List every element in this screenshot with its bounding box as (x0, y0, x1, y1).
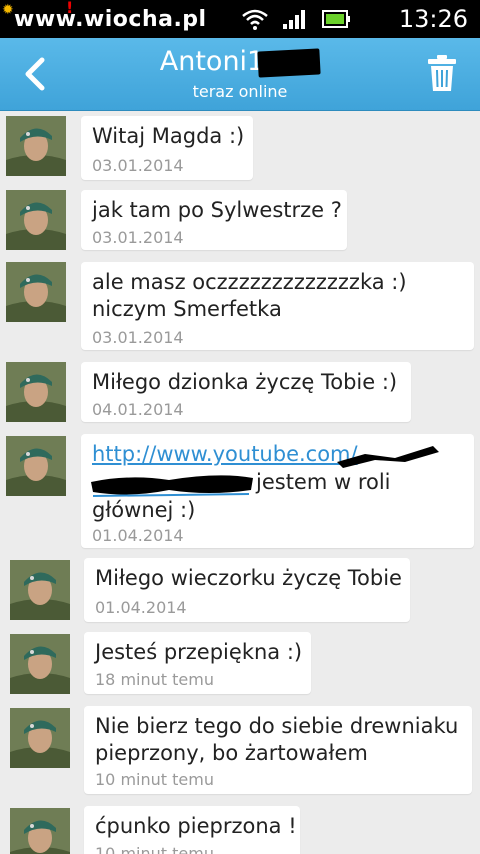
message-item[interactable]: http://www.youtube.com/ jestem w roli gł… (0, 428, 480, 552)
message-date: 10 minut temu (95, 844, 214, 854)
message-text-line2: niczym Smerfetka (92, 297, 282, 321)
message-item[interactable]: ale masz oczzzzzzzzzzzzzka :) niczym Sme… (0, 256, 480, 356)
message-date: 03.01.2014 (92, 228, 184, 247)
message-item[interactable]: jak tam po Sylwestrze ? 03.01.2014 (0, 186, 480, 256)
message-date: 03.01.2014 (92, 328, 184, 347)
youtube-link[interactable]: http://www.youtube.com/ (92, 442, 358, 466)
message-bubble[interactable]: Jesteś przepiękna :) 18 minut temu (84, 632, 311, 694)
contact-name-row: Antoni1 (0, 46, 480, 78)
message-text: ale masz oczzzzzzzzzzzzzka :) (92, 270, 407, 294)
message-bubble[interactable]: Nie bierz tego do siebie drewniaku piepr… (84, 706, 472, 794)
trash-icon[interactable] (426, 53, 458, 93)
message-date: 10 minut temu (95, 770, 214, 789)
avatar[interactable] (10, 708, 70, 768)
message-item[interactable]: Miłego wieczorku życzę Tobie 01.04.2014 (0, 552, 480, 628)
clock: 13:26 (398, 5, 468, 33)
message-item[interactable]: ćpunko pieprzona ! 10 minut temu (0, 800, 480, 854)
message-item[interactable]: Jesteś przepiękna :) 18 minut temu (0, 628, 480, 700)
message-text: Nie bierz tego do siebie drewniaku (95, 714, 459, 738)
message-bubble[interactable]: jak tam po Sylwestrze ? 03.01.2014 (81, 190, 347, 250)
message-item[interactable]: Nie bierz tego do siebie drewniaku piepr… (0, 700, 480, 800)
avatar[interactable] (10, 634, 70, 694)
message-text: Miłego dzionka życzę Tobie :) (92, 370, 398, 394)
avatar[interactable] (10, 560, 70, 620)
message-bubble[interactable]: ale masz oczzzzzzzzzzzzzka :) niczym Sme… (81, 262, 474, 350)
message-bubble[interactable]: Miłego dzionka życzę Tobie :) 04.01.2014 (81, 362, 411, 422)
watermark: www.wiocha.pl (14, 7, 207, 32)
message-date: 01.04.2014 (92, 526, 184, 545)
message-text: Miłego wieczorku życzę Tobie (95, 566, 402, 590)
message-date: 18 minut temu (95, 670, 214, 689)
avatar[interactable] (10, 808, 70, 854)
conversation-header: Antoni1 teraz online (0, 38, 480, 111)
message-bubble[interactable]: Witaj Magda :) 03.01.2014 (81, 116, 253, 180)
message-bubble[interactable]: Miłego wieczorku życzę Tobie 01.04.2014 (84, 558, 410, 622)
sun-icon: ✹ (2, 2, 14, 18)
contact-name: Antoni1 (159, 46, 265, 77)
status-bar: ✹ www.wiocha.pl ! 13:26 (0, 0, 480, 38)
message-date: 01.04.2014 (95, 598, 187, 617)
message-text: jak tam po Sylwestrze ? (92, 198, 342, 222)
message-text: Witaj Magda :) (92, 124, 245, 148)
online-status: teraz online (192, 82, 288, 101)
battery-icon (322, 10, 350, 28)
message-item[interactable]: Witaj Magda :) 03.01.2014 (0, 110, 480, 186)
message-text: Jesteś przepiękna :) (95, 640, 303, 664)
message-item[interactable]: Miłego dzionka życzę Tobie :) 04.01.2014 (0, 356, 480, 428)
redaction-scribble (91, 475, 253, 497)
message-text: ćpunko pieprzona ! (95, 814, 297, 838)
avatar[interactable] (6, 262, 66, 322)
message-text-line2: pieprzony, bo żartowałem (95, 741, 368, 765)
avatar[interactable] (6, 362, 66, 422)
avatar[interactable] (6, 436, 66, 496)
wifi-icon (242, 9, 268, 30)
avatar[interactable] (6, 190, 66, 250)
message-date: 03.01.2014 (92, 156, 184, 175)
redaction-scribble (337, 446, 439, 468)
message-text-line3: głównej :) (92, 498, 196, 522)
message-date: 04.01.2014 (92, 400, 184, 419)
avatar[interactable] (6, 116, 66, 176)
message-bubble[interactable]: http://www.youtube.com/ jestem w roli gł… (81, 434, 474, 548)
signal-icon (283, 10, 305, 29)
redaction-mark (257, 47, 321, 78)
watermark-exclamation: ! (66, 0, 74, 17)
message-bubble[interactable]: ćpunko pieprzona ! 10 minut temu (84, 806, 300, 854)
